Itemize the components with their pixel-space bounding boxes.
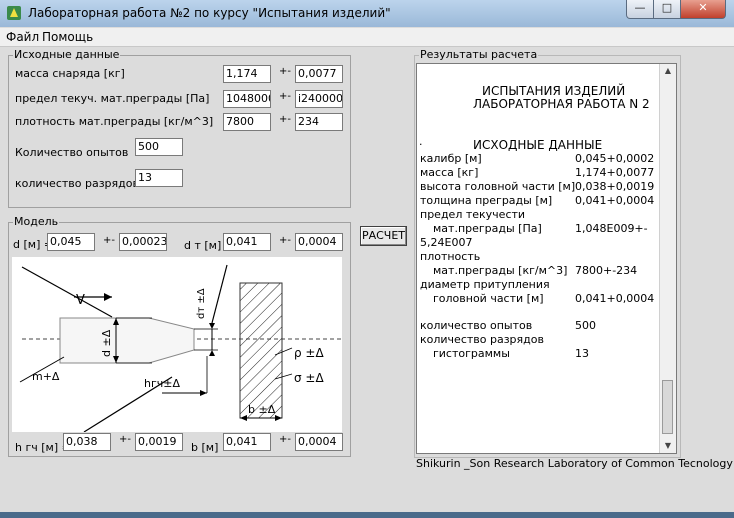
d-text: d ±Δ (100, 329, 113, 357)
result-yield1: предел текучести (420, 208, 526, 221)
mass-pm: +- (279, 66, 291, 77)
footer-credit: Shikurin _Son Research Laboratory of Com… (416, 457, 733, 470)
mass-label: масса снаряда [кг] (15, 67, 125, 80)
result-label-2: высота головной части [м] (420, 180, 576, 193)
mass-input[interactable]: 1,174 (223, 65, 271, 83)
app-window: Лабораторная работа №2 по курсу "Испытан… (0, 0, 734, 512)
rho-text: ρ ±Δ (294, 346, 324, 360)
results-section: ИСХОДНЫЕ ДАННЫЕ (473, 138, 603, 152)
result-exp-label: количество опытов (420, 319, 533, 332)
dt-text: dт ±Δ (196, 288, 207, 319)
barrier-plate (239, 282, 283, 419)
result-yield-cont: 5,24E007 (420, 236, 473, 249)
d-input[interactable]: 0,045 (47, 233, 95, 251)
scroll-up-icon[interactable]: ▲ (660, 64, 676, 78)
result-exp-value: 500 (575, 319, 596, 332)
result-yield2: мат.преграды [Па] (433, 222, 542, 235)
h-input[interactable]: 0,038 (63, 433, 111, 451)
h-err-input[interactable]: 0,0019 (135, 433, 183, 451)
minimize-button[interactable]: — (626, 0, 654, 19)
density-label: плотность мат.преграды [кг/м^3] (15, 115, 214, 128)
title-bar: Лабораторная работа №2 по курсу "Испытан… (0, 0, 734, 27)
menu-help[interactable]: Помощь (42, 30, 93, 44)
experiments-input[interactable]: 500 (135, 138, 183, 156)
results-heading1: ИСПЫТАНИЯ ИЗДЕЛИЙ (482, 84, 626, 98)
density-pm: +- (279, 114, 291, 125)
result-bins2: гистограммы (433, 347, 510, 360)
result-value-0: 0,045+0,0002 (575, 152, 655, 165)
m-text: m+Δ (32, 370, 60, 383)
h-pm: +- (119, 434, 131, 445)
bins-label: количество разрядов (15, 177, 139, 190)
v-text: V (76, 293, 85, 308)
result-density-value: 7800+-234 (575, 264, 638, 277)
maximize-button[interactable]: □ (653, 0, 681, 19)
scroll-down-icon[interactable]: ▼ (660, 439, 676, 453)
model-diagram: V d ±Δ dт ±Δ m+Δ hгч±Δ ρ ±Δ σ ±Δ b ±Δ (12, 257, 342, 432)
results-heading2: ЛАБОРАТОРНАЯ РАБОТА N 2 (473, 97, 650, 111)
sigma-text: σ ±Δ (294, 371, 324, 385)
menu-file[interactable]: Файл (6, 30, 39, 44)
results-scrollbar[interactable]: ▲ ▼ (659, 64, 676, 453)
density-err-input[interactable]: 234 (295, 113, 343, 131)
result-bins1: количество разрядов (420, 333, 544, 346)
app-icon (7, 6, 21, 20)
b-input[interactable]: 0,041 (223, 433, 271, 451)
yield-input[interactable]: 1048000 (223, 90, 271, 108)
mass-err-input[interactable]: 0,0077 (295, 65, 343, 83)
results-group-label: Результаты расчета (419, 48, 539, 61)
yield-pm: +- (279, 91, 291, 102)
menu-bar: Файл Помощь (0, 28, 734, 47)
result-density2: мат.преграды [кг/м^3] (433, 264, 568, 277)
dt-pm: +- (279, 235, 291, 246)
yield-label: предел текуч. мат.преграды [Па] (15, 92, 210, 105)
results-textarea[interactable]: ИСПЫТАНИЯ ИЗДЕЛИЙ ЛАБОРАТОРНАЯ РАБОТА N … (416, 63, 677, 454)
calculate-button[interactable]: РАСЧЕТ (360, 226, 407, 246)
projectile-body (59, 317, 195, 364)
b-text: b ±Δ (248, 403, 276, 416)
v-line (21, 266, 113, 318)
result-dia1: диаметр притупления (420, 278, 550, 291)
dt-input[interactable]: 0,041 (223, 233, 271, 251)
dt-err-input[interactable]: 0,0004 (295, 233, 343, 251)
window-title: Лабораторная работа №2 по курсу "Испытан… (28, 6, 391, 20)
result-bins-value: 13 (575, 347, 589, 360)
result-label-3: толщина преграды [м] (420, 194, 553, 207)
result-label-0: калибр [м] (420, 152, 482, 165)
close-button[interactable]: ✕ (680, 0, 726, 19)
b-err-input[interactable]: 0,0004 (295, 433, 343, 451)
experiments-label: Количество опытов (15, 146, 129, 159)
result-value-1: 1,174+0,0077 (575, 166, 655, 179)
d-err-input[interactable]: 0,00023 (119, 233, 167, 251)
results-dot: . (419, 135, 423, 148)
scroll-thumb[interactable] (662, 380, 673, 434)
b-pm: +- (279, 434, 291, 445)
result-dia-value: 0,041+0,0004 (575, 292, 655, 305)
result-value-3: 0,041+0,0004 (575, 194, 655, 207)
yield-err-input[interactable]: i2400000 (295, 90, 343, 108)
hgch-text: hгч±Δ (144, 377, 180, 390)
result-yield-value: 1,048E009+- (575, 222, 648, 235)
density-input[interactable]: 7800 (223, 113, 271, 131)
result-value-2: 0,038+0,0019 (575, 180, 655, 193)
result-label-1: масса [кг] (420, 166, 479, 179)
result-density1: плотность (420, 250, 481, 263)
model-group-label: Модель (13, 215, 60, 228)
d-pm: +- (103, 235, 115, 246)
result-dia2: головной части [м] (433, 292, 544, 305)
projectile-diagram-svg: V d ±Δ dт ±Δ m+Δ hгч±Δ ρ ±Δ σ ±Δ b ±Δ (19, 264, 342, 432)
input-data-group-label: Исходные данные (13, 48, 121, 61)
bins-input[interactable]: 13 (135, 169, 183, 187)
